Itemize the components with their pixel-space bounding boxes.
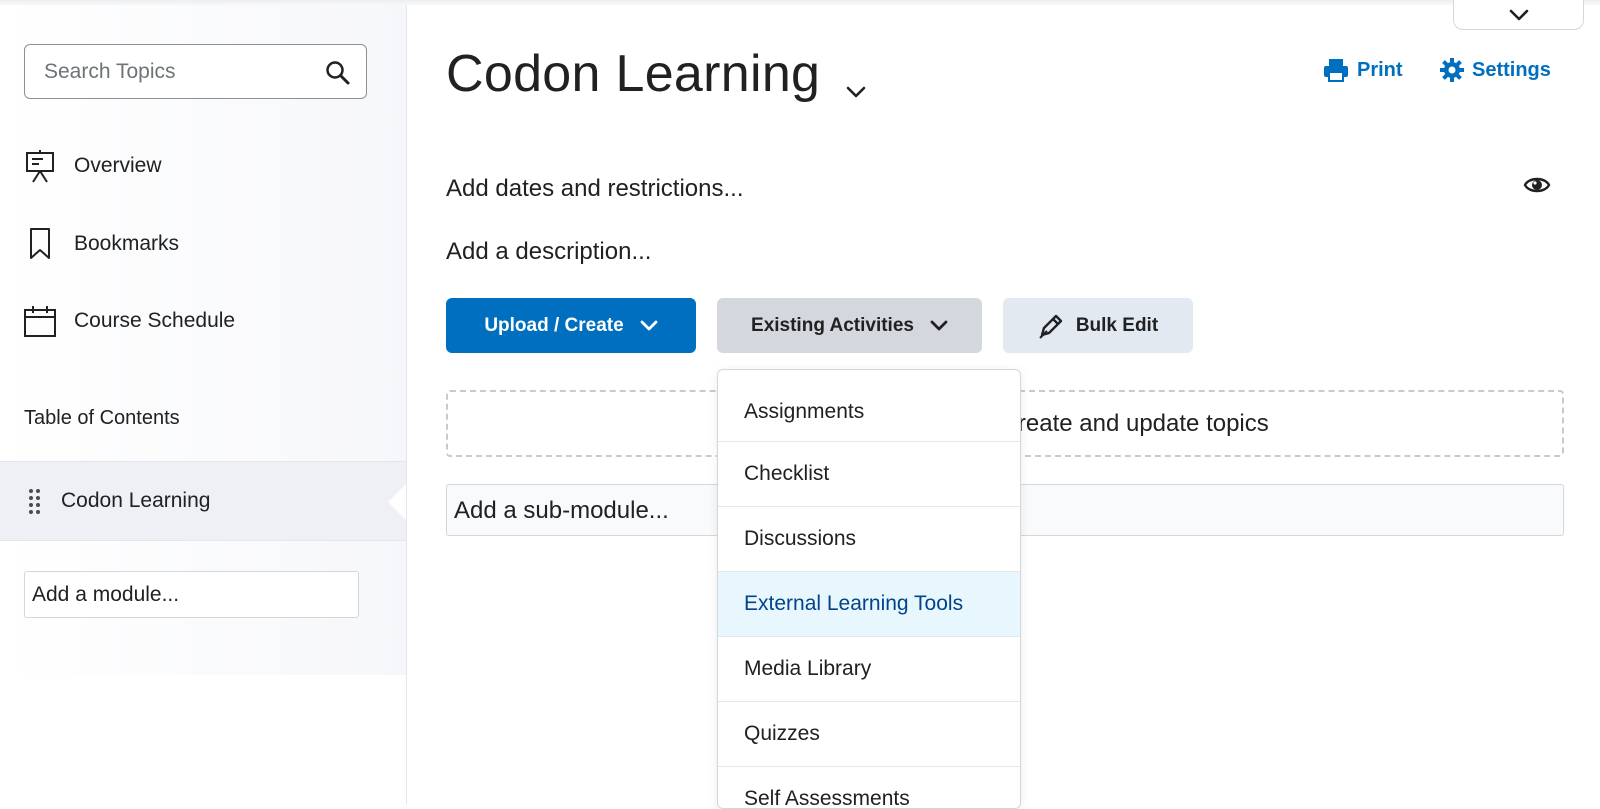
nav-bookmarks[interactable]: Bookmarks xyxy=(24,224,179,264)
selected-pointer xyxy=(388,484,406,520)
print-label: Print xyxy=(1357,58,1403,81)
add-dates-restrictions[interactable]: Add dates and restrictions... xyxy=(446,175,744,203)
chevron-down-icon xyxy=(930,320,948,330)
nav-label: Overview xyxy=(74,154,162,177)
title-chevron-down-icon[interactable] xyxy=(844,82,868,102)
nav-course-schedule[interactable]: Course Schedule xyxy=(24,301,235,341)
sidebar: Overview Bookmarks Course Schedule Table… xyxy=(0,5,407,804)
settings-label: Settings xyxy=(1472,58,1551,81)
printer-icon xyxy=(1324,59,1348,82)
existing-activities-label: Existing Activities xyxy=(751,314,914,336)
nav-overview[interactable]: Overview xyxy=(24,146,162,186)
menu-item-self-assessments[interactable]: Self Assessments xyxy=(718,767,1020,808)
search-topics-field[interactable] xyxy=(24,44,367,99)
menu-item-quizzes[interactable]: Quizzes xyxy=(718,702,1020,767)
bulk-edit-label: Bulk Edit xyxy=(1075,314,1159,336)
bookmark-icon xyxy=(24,226,56,262)
module-label: Codon Learning xyxy=(61,489,211,512)
chevron-down-icon xyxy=(640,320,658,330)
page-title: Codon Learning xyxy=(446,45,821,103)
collapse-header-button[interactable] xyxy=(1453,0,1584,30)
chevron-down-icon xyxy=(1509,9,1528,20)
presentation-icon xyxy=(24,148,56,184)
gear-icon xyxy=(1440,58,1464,82)
nav-label: Bookmarks xyxy=(74,232,180,255)
existing-activities-button[interactable]: Existing Activities xyxy=(717,298,982,353)
pencil-icon xyxy=(1039,314,1063,339)
upload-create-button[interactable]: Upload / Create xyxy=(446,298,696,353)
sidebar-lower-area xyxy=(0,675,406,804)
add-module-input[interactable]: Add a module... xyxy=(24,571,359,618)
menu-item-media-library[interactable]: Media Library xyxy=(718,637,1020,702)
upload-create-label: Upload / Create xyxy=(484,314,624,336)
existing-activities-menu: Assignments Checklist Discussions Extern… xyxy=(717,369,1021,809)
search-icon[interactable] xyxy=(324,59,352,87)
drag-handle-icon[interactable] xyxy=(28,488,42,516)
menu-item-discussions[interactable]: Discussions xyxy=(718,507,1020,572)
bulk-edit-button[interactable]: Bulk Edit xyxy=(1003,298,1193,353)
module-codon-learning[interactable]: Codon Learning xyxy=(0,461,406,541)
add-description[interactable]: Add a description... xyxy=(446,238,651,266)
menu-item-checklist[interactable]: Checklist xyxy=(718,442,1020,507)
calendar-icon xyxy=(24,303,56,339)
eye-icon[interactable] xyxy=(1523,174,1551,196)
settings-button[interactable]: Settings xyxy=(1440,58,1551,82)
nav-label: Course Schedule xyxy=(74,309,236,332)
table-of-contents-heading: Table of Contents xyxy=(24,407,180,429)
menu-item-external-learning-tools[interactable]: External Learning Tools xyxy=(718,572,1020,637)
print-button[interactable]: Print xyxy=(1323,58,1403,82)
search-input[interactable] xyxy=(44,59,314,85)
menu-item-assignments[interactable]: Assignments xyxy=(718,382,1020,442)
